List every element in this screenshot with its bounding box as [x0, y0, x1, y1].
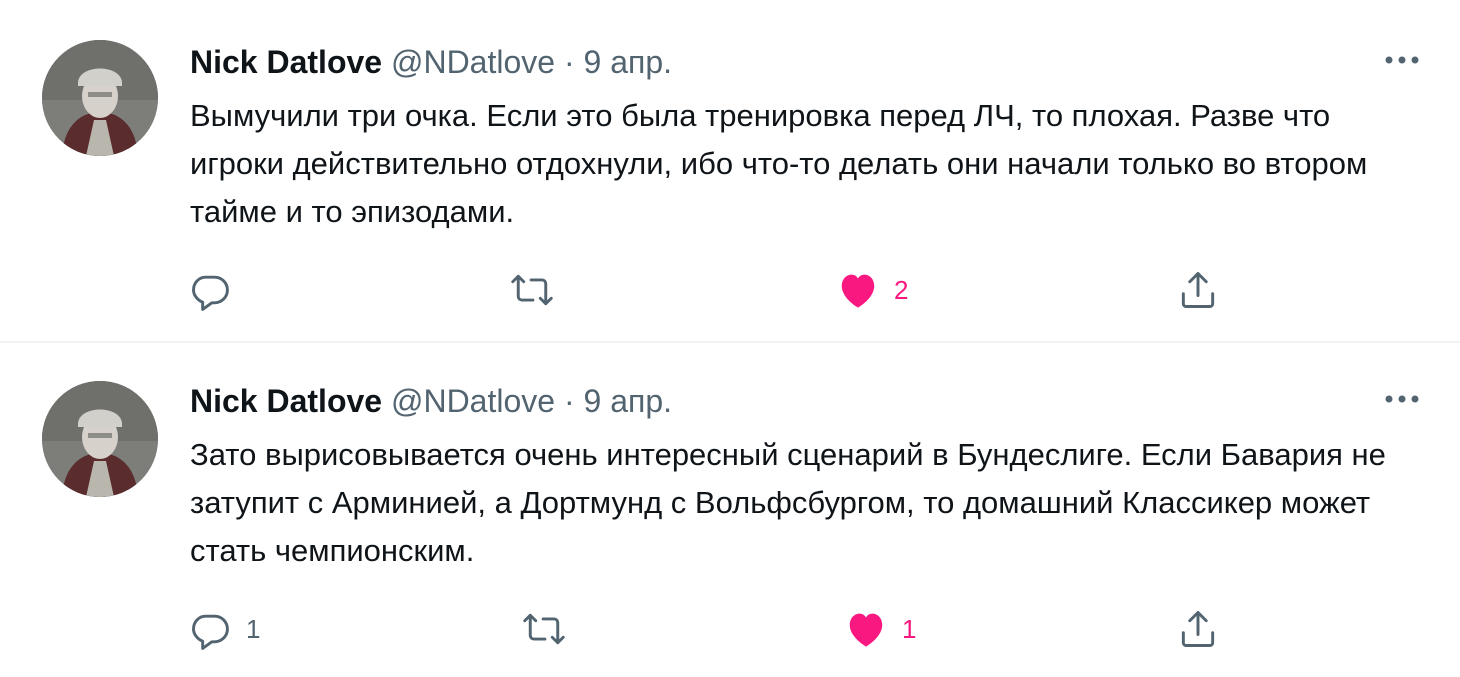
author-name[interactable]: Nick Datlove — [190, 383, 382, 419]
tweet-text: Зато вырисовывается очень интересный сце… — [190, 437, 1386, 568]
more-options-button[interactable] — [1382, 379, 1422, 419]
reply-icon — [192, 614, 229, 650]
retweet-icon — [523, 613, 565, 645]
like-count: 1 — [902, 613, 917, 644]
more-options-button[interactable] — [1382, 40, 1422, 80]
heart-icon — [841, 274, 875, 308]
like-count: 2 — [894, 274, 909, 305]
author-handle[interactable]: @NDatlove — [391, 383, 555, 419]
more-icon — [1385, 56, 1419, 64]
like-button[interactable]: 1 — [844, 607, 916, 651]
like-button[interactable]: 2 — [836, 268, 908, 312]
tweet-date[interactable]: 9 апр. — [584, 383, 673, 419]
author-name[interactable]: Nick Datlove — [190, 44, 382, 80]
retweet-button[interactable] — [522, 607, 580, 651]
tweet-header: Nick Datlove @NDatlove · 9 апр. — [190, 381, 672, 421]
share-button[interactable] — [1176, 268, 1220, 312]
more-icon — [1385, 395, 1419, 403]
tweet[interactable]: Nick Datlove @NDatlove · 9 апр. Зато выр… — [0, 345, 1460, 677]
reply-icon — [192, 275, 229, 311]
retweet-icon — [511, 274, 553, 306]
reply-count: 1 — [246, 613, 261, 644]
tweet-actions: 1 1 — [188, 607, 1248, 651]
separator-dot: · — [563, 383, 575, 419]
heart-icon — [849, 613, 883, 647]
share-button[interactable] — [1176, 607, 1220, 651]
tweet[interactable]: Nick Datlove @NDatlove · 9 апр. Вымучили… — [0, 0, 1460, 343]
share-icon — [1181, 272, 1215, 308]
avatar[interactable] — [42, 40, 158, 156]
tweet-text: Вымучили три очка. Если это была трениро… — [190, 98, 1368, 229]
tweet-date[interactable]: 9 апр. — [584, 44, 673, 80]
tweet-header: Nick Datlove @NDatlove · 9 апр. — [190, 42, 672, 82]
author-handle[interactable]: @NDatlove — [391, 44, 555, 80]
avatar[interactable] — [42, 381, 158, 497]
tweet-actions: 2 — [188, 268, 1248, 312]
reply-button[interactable] — [188, 268, 246, 312]
reply-button[interactable]: 1 — [188, 607, 260, 651]
retweet-button[interactable] — [510, 268, 568, 312]
share-icon — [1181, 611, 1215, 647]
separator-dot: · — [563, 44, 575, 80]
